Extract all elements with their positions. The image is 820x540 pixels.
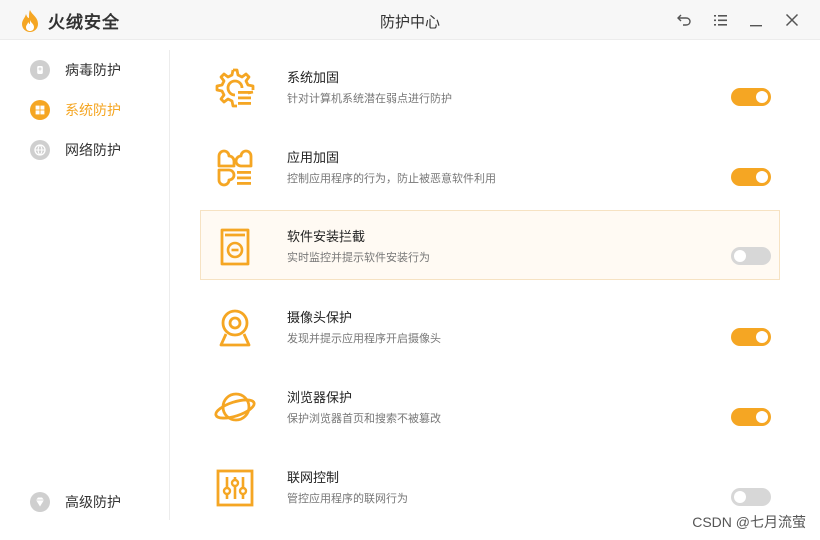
feature-description: 针对计算机系统潜在弱点进行防护 (287, 92, 452, 105)
windows-icon (30, 100, 50, 120)
minimize-icon[interactable] (747, 11, 765, 29)
globe-icon (30, 140, 50, 160)
gear-list-icon (215, 68, 255, 108)
window-title: 防护中心 (379, 13, 440, 31)
sidebar-divider (169, 50, 170, 520)
feature-description: 保护浏览器首页和搜索不被篡改 (287, 412, 441, 425)
network-control-toggle[interactable] (731, 488, 771, 506)
feature-title: 应用加固 (287, 151, 340, 166)
app-hardening-toggle[interactable] (731, 168, 771, 186)
sidebar: 病毒防护 系统防护 网络防护 高级防护 (0, 41, 170, 540)
feature-network-control: 联网控制 管控应用程序的联网行为 (200, 451, 780, 521)
toggle-knob (756, 91, 768, 103)
install-block-icon (220, 228, 250, 266)
install-block-toggle[interactable] (731, 247, 771, 265)
browser-protection-toggle[interactable] (731, 408, 771, 426)
virus-shield-icon (30, 60, 50, 80)
sidebar-item-advanced-protection[interactable]: 高级防护 (30, 490, 121, 514)
feature-title: 系统加固 (287, 71, 340, 86)
webcam-protection-toggle[interactable] (731, 328, 771, 346)
watermark: CSDN @七月流萤 (692, 514, 806, 530)
feature-webcam-protection: 摄像头保护 发现并提示应用程序开启摄像头 (200, 291, 780, 361)
menu-icon[interactable] (711, 11, 729, 29)
toggle-knob (756, 411, 768, 423)
back-icon[interactable] (675, 11, 693, 29)
feature-description: 控制应用程序的行为，防止被恶意软件利用 (287, 172, 496, 185)
webcam-icon (219, 309, 251, 347)
sidebar-item-network-protection[interactable]: 网络防护 (30, 138, 121, 162)
feature-title: 摄像头保护 (287, 311, 353, 326)
diamond-icon (30, 492, 50, 512)
planet-icon (214, 392, 256, 422)
feature-system-hardening: 系统加固 针对计算机系统潜在弱点进行防护 (200, 51, 780, 121)
huorong-logo-icon (22, 9, 38, 32)
network-sliders-icon (216, 469, 254, 507)
close-icon[interactable] (783, 11, 801, 29)
feature-title: 软件安装拦截 (287, 230, 366, 245)
sidebar-item-system-protection[interactable]: 系统防护 (30, 98, 121, 122)
sidebar-item-label: 高级防护 (65, 495, 121, 511)
system-hardening-toggle[interactable] (731, 88, 771, 106)
brand: 火绒安全 (20, 8, 120, 33)
brand-name: 火绒安全 (48, 13, 120, 33)
sidebar-item-virus-protection[interactable]: 病毒防护 (30, 58, 121, 82)
feature-install-block: 软件安装拦截 实时监控并提示软件安装行为 (200, 210, 780, 280)
sidebar-item-label: 系统防护 (65, 103, 121, 119)
feature-app-hardening: 应用加固 控制应用程序的行为，防止被恶意软件利用 (200, 131, 780, 201)
feature-title: 联网控制 (287, 471, 340, 486)
app-grid-icon (217, 149, 253, 187)
toggle-knob (756, 171, 768, 183)
feature-description: 实时监控并提示软件安装行为 (287, 251, 430, 264)
sidebar-item-label: 病毒防护 (65, 63, 121, 79)
feature-browser-protection: 浏览器保护 保护浏览器首页和搜索不被篡改 (200, 371, 780, 441)
toggle-knob (734, 250, 746, 262)
feature-description: 发现并提示应用程序开启摄像头 (287, 332, 441, 345)
sidebar-item-label: 网络防护 (65, 143, 121, 159)
toggle-knob (734, 491, 746, 503)
title-bar: 火绒安全 防护中心 (0, 0, 820, 40)
feature-title: 浏览器保护 (287, 391, 353, 406)
feature-description: 管控应用程序的联网行为 (287, 492, 408, 505)
toggle-knob (756, 331, 768, 343)
